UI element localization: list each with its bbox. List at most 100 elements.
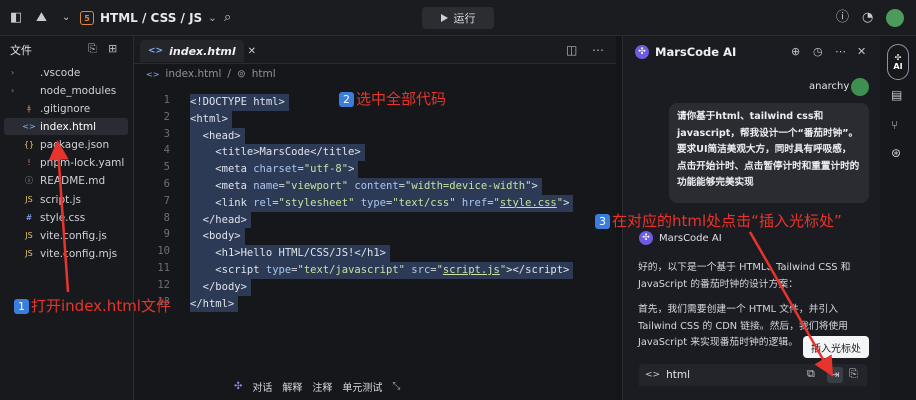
- project-tab[interactable]: 5 HTML / CSS / JS ⌄: [80, 7, 217, 29]
- code-line: <html>: [190, 110, 232, 128]
- chat-action[interactable]: 对话: [252, 379, 272, 394]
- html-file-icon: <>: [146, 69, 160, 79]
- ai-spark-icon: ✣: [894, 53, 902, 62]
- code-line: <meta name="viewport" content="width=dev…: [190, 178, 542, 195]
- line-number: 10: [157, 245, 170, 258]
- chevron-down-icon: ⌄: [208, 12, 217, 24]
- file-name: pnpm-lock.yaml: [40, 156, 125, 169]
- new-folder-icon[interactable]: ⊞: [108, 42, 117, 55]
- ai-panel-header: ✣ MarsCode AI: [635, 45, 736, 59]
- code-line: <link rel="stylesheet" type="text/css" h…: [190, 194, 574, 212]
- chevron-down-icon[interactable]: ⌄: [62, 9, 70, 27]
- annotation-text: 打开index.html文件: [31, 297, 171, 315]
- folder-item[interactable]: › .vscode: [4, 64, 128, 81]
- folder-item[interactable]: › node_modules: [4, 82, 128, 99]
- code-area[interactable]: 1 2 3 4 5 6 7 8 9 10 11 12 13 <!DOCTYPE html> <html>…: [134, 94, 616, 400]
- new-chat-icon[interactable]: ⊕: [791, 45, 800, 58]
- top-bar: ◧ ⛰ ⌄ 5 HTML / CSS / JS ⌄ ⌕ 运行 ⓘ ◔: [0, 0, 916, 36]
- ai-assistant-toggle[interactable]: ✣ AI: [887, 44, 909, 80]
- file-item[interactable]: ! pnpm-lock.yaml: [4, 154, 128, 171]
- new-file-icon[interactable]: ⎘: [88, 42, 97, 56]
- file-item[interactable]: {} package.json: [4, 136, 128, 153]
- file-type-icon: JS: [25, 195, 33, 204]
- code-block-header: <> html ⧉ ⇥ ⎘: [639, 364, 867, 386]
- file-item[interactable]: JS script.js: [4, 191, 128, 208]
- ai-panel-title: MarsCode AI: [655, 45, 737, 59]
- history-icon[interactable]: ◷: [813, 45, 823, 58]
- file-item[interactable]: ⓘ README.md: [4, 172, 128, 189]
- run-button[interactable]: 运行: [422, 7, 494, 29]
- breadcrumb-element[interactable]: html: [252, 68, 276, 80]
- code-line: <h1>Hello HTML/CSS/JS!</h1>: [190, 245, 390, 262]
- file-type-icon: {}: [23, 140, 35, 149]
- user-message: 请你基于html、tailwind css和javascript，帮我设计一个“…: [669, 103, 869, 203]
- code-line: </html>: [190, 295, 239, 313]
- code-line: <script type="text/javascript" src="scri…: [190, 262, 574, 279]
- editor-tab-index-html[interactable]: <> index.html ✕: [140, 40, 256, 62]
- file-item[interactable]: <> index.html: [4, 118, 128, 135]
- line-number: 7: [163, 194, 170, 207]
- project-name: HTML / CSS / JS: [100, 11, 203, 25]
- unit-test-action[interactable]: 单元测试: [342, 379, 382, 394]
- line-number: 5: [163, 161, 170, 174]
- annotation-step-2: 2 选中全部代码: [339, 88, 446, 109]
- file-item[interactable]: JS vite.config.mjs: [4, 245, 128, 262]
- html5-icon: 5: [80, 11, 94, 25]
- collapse-icon[interactable]: ⤡: [392, 381, 400, 392]
- annotation-step-1: 1 打开index.html文件: [14, 295, 171, 316]
- file-name: script.js: [40, 193, 81, 206]
- debug-icon[interactable]: ⊛: [891, 146, 901, 160]
- tab-label: index.html: [169, 44, 236, 58]
- document-icon[interactable]: ▤: [891, 88, 902, 102]
- file-name: package.json: [40, 138, 110, 151]
- apply-to-file-icon[interactable]: ⎘: [849, 367, 858, 381]
- step-number-badge: 1: [14, 299, 29, 314]
- sidebar-toggle-icon[interactable]: ◧: [10, 9, 22, 27]
- code-line: </body>: [190, 278, 251, 296]
- copy-icon[interactable]: ⧉: [807, 367, 815, 381]
- git-branch-icon[interactable]: ⑂: [891, 118, 898, 132]
- marscode-ai-icon: ✣: [635, 45, 649, 59]
- ai-reply-paragraph: 好的，以下是一个基于 HTML、Tailwind CSS 和 JavaScrip…: [638, 262, 851, 290]
- breadcrumb-separator: /: [227, 68, 231, 80]
- file-type-icon: <>: [22, 122, 36, 131]
- right-activity-rail: ✣ AI ▤ ⑂ ⊛: [880, 36, 916, 400]
- code-line: <!DOCTYPE html>: [190, 94, 289, 111]
- bot-name: MarsCode AI: [659, 232, 722, 244]
- bot-header: ✣ MarsCode AI: [639, 231, 722, 245]
- code-icon: <>: [645, 370, 661, 380]
- file-item[interactable]: # style.css: [4, 209, 128, 226]
- split-editor-icon[interactable]: ◫: [566, 43, 577, 57]
- avatar[interactable]: [886, 9, 904, 27]
- close-icon[interactable]: ✕: [857, 45, 866, 58]
- bell-icon[interactable]: ◔: [862, 9, 873, 27]
- code-line: <meta charset="utf-8">: [190, 161, 359, 178]
- step-number-badge: 2: [339, 92, 354, 107]
- line-number: 8: [163, 211, 170, 224]
- marscode-ai-icon: ✣: [639, 231, 653, 245]
- breadcrumb-file[interactable]: index.html: [165, 68, 221, 80]
- file-item[interactable]: JS vite.config.js: [4, 227, 128, 244]
- code-block-language: html: [666, 369, 691, 381]
- close-icon[interactable]: ✕: [248, 46, 256, 57]
- help-icon[interactable]: ⓘ: [836, 9, 849, 27]
- line-number: 11: [157, 262, 170, 274]
- chevron-right-icon: ›: [11, 86, 15, 95]
- file-item[interactable]: ǂ .gitignore: [4, 100, 128, 117]
- line-number: 6: [163, 178, 170, 190]
- insert-at-cursor-button[interactable]: ⇥: [827, 367, 843, 383]
- comment-action[interactable]: 注释: [312, 379, 332, 394]
- more-icon[interactable]: ⋯: [835, 45, 846, 58]
- marscode-logo-icon[interactable]: ⛰: [36, 9, 47, 27]
- explain-action[interactable]: 解释: [282, 379, 302, 394]
- line-number: 2: [163, 110, 170, 123]
- annotation-step-3: 3 在对应的html处点击“插入光标处”: [595, 210, 842, 231]
- file-name: README.md: [40, 174, 106, 187]
- code-line: </head>: [190, 211, 251, 229]
- line-number: 3: [163, 127, 170, 140]
- search-icon[interactable]: ⌕: [224, 9, 231, 27]
- file-type-icon: ⓘ: [25, 176, 33, 185]
- file-name: .vscode: [40, 66, 81, 79]
- more-icon[interactable]: ⋯: [592, 43, 604, 57]
- file-name: vite.config.mjs: [40, 247, 118, 260]
